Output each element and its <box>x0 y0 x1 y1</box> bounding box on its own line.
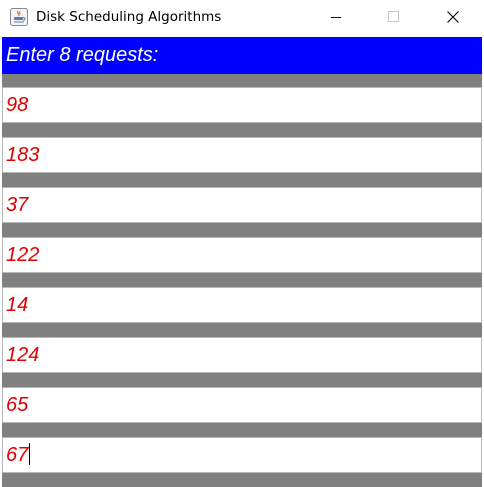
request-value: 14 <box>6 294 29 316</box>
request-field-4[interactable]: 122 <box>2 237 482 273</box>
window-title: Disk Scheduling Algorithms <box>36 9 222 25</box>
maximize-button[interactable] <box>370 0 416 34</box>
text-cursor <box>29 443 31 466</box>
requests-prompt-label: Enter 8 requests: <box>2 37 482 74</box>
title-bar[interactable]: Disk Scheduling Algorithms <box>0 0 484 36</box>
minimize-icon <box>331 17 341 18</box>
request-value: 37 <box>6 194 29 216</box>
request-field-7[interactable]: 65 <box>2 387 482 423</box>
maximize-icon <box>388 11 399 22</box>
java-app-icon <box>10 8 28 26</box>
close-button[interactable] <box>430 0 476 34</box>
request-value: 67 <box>6 444 29 466</box>
request-field-1[interactable]: 98 <box>2 87 482 123</box>
request-value: 65 <box>6 394 29 416</box>
request-field-3[interactable]: 37 <box>2 187 482 223</box>
request-value: 124 <box>6 344 40 366</box>
request-form-panel: Enter 8 requests: 98 183 37 122 14 124 6… <box>2 37 482 487</box>
request-field-6[interactable]: 124 <box>2 337 482 373</box>
request-field-5[interactable]: 14 <box>2 287 482 323</box>
close-icon <box>447 11 459 23</box>
request-value: 122 <box>6 244 40 266</box>
request-value: 183 <box>6 144 40 166</box>
request-field-8[interactable]: 67 <box>2 437 482 473</box>
app-window: Disk Scheduling Algorithms Enter 8 reque… <box>0 0 484 487</box>
request-value: 98 <box>6 94 29 116</box>
minimize-button[interactable] <box>313 0 359 34</box>
request-field-2[interactable]: 183 <box>2 137 482 173</box>
